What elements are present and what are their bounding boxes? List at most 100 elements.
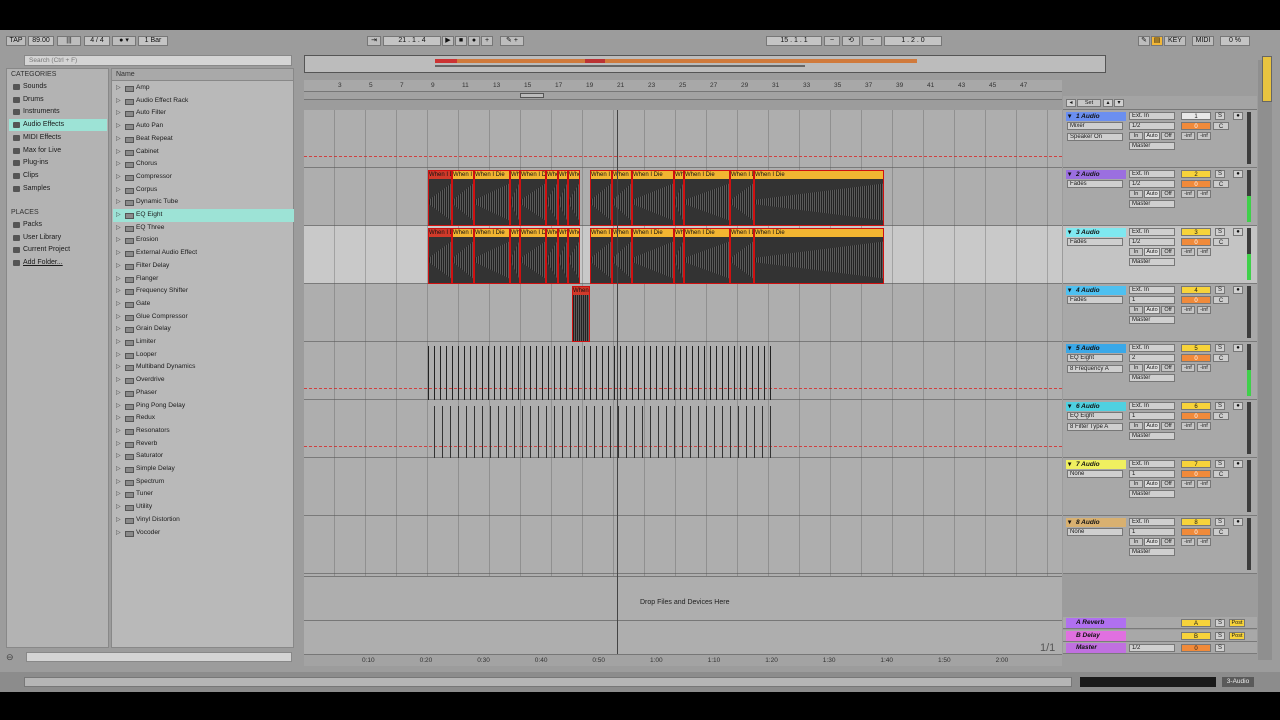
- audio-clip[interactable]: When I Die: [684, 170, 730, 226]
- expand-arrow-icon[interactable]: ▷: [116, 184, 121, 197]
- browser-item[interactable]: ▷ Corpus: [113, 184, 294, 197]
- stop-icon[interactable]: ■: [455, 36, 467, 46]
- input-channel-select[interactable]: 1/2: [1129, 180, 1175, 188]
- device-select[interactable]: EQ Eight: [1067, 412, 1123, 420]
- expand-arrow-icon[interactable]: ▷: [116, 349, 121, 362]
- browser-item[interactable]: ▷ Grain Delay: [113, 323, 294, 336]
- monitor-off-button[interactable]: Off: [1161, 422, 1175, 430]
- return-activator[interactable]: A: [1181, 619, 1211, 627]
- place-current-project[interactable]: Current Project: [9, 244, 107, 256]
- play-icon[interactable]: ▶: [442, 36, 454, 46]
- output-select[interactable]: Master: [1129, 548, 1175, 556]
- arm-button[interactable]: ●: [1233, 112, 1243, 120]
- expand-arrow-icon[interactable]: ▷: [116, 260, 121, 273]
- browser-item[interactable]: ▷ Filter Delay: [113, 260, 294, 273]
- master-output-select[interactable]: 1/2: [1129, 644, 1175, 652]
- expand-arrow-icon[interactable]: ▷: [116, 514, 121, 527]
- browser-item[interactable]: ▷ Chorus: [113, 158, 294, 171]
- drop-zone[interactable]: Drop Files and Devices Here: [304, 596, 1062, 620]
- solo-button[interactable]: S: [1215, 518, 1225, 526]
- input-type-select[interactable]: Ext. In: [1129, 460, 1175, 468]
- output-select[interactable]: Master: [1129, 432, 1175, 440]
- input-type-select[interactable]: Ext. In: [1129, 344, 1175, 352]
- browser-item[interactable]: ▷ Vinyl Distortion: [113, 514, 294, 527]
- category-max-for-live[interactable]: Max for Live: [9, 145, 107, 157]
- expand-arrow-icon[interactable]: ▷: [116, 82, 121, 95]
- monitor-auto-button[interactable]: Auto: [1144, 306, 1160, 314]
- expand-arrow-icon[interactable]: ▷: [116, 120, 121, 133]
- arm-button[interactable]: ●: [1233, 344, 1243, 352]
- category-clips[interactable]: Clips: [9, 170, 107, 182]
- expand-arrow-icon[interactable]: ▷: [116, 400, 121, 413]
- return-name[interactable]: B Delay: [1066, 630, 1126, 641]
- audio-clip[interactable]: When I Die: [452, 170, 474, 226]
- post-button[interactable]: Post: [1229, 619, 1245, 627]
- monitor-off-button[interactable]: Off: [1161, 480, 1175, 488]
- track-name[interactable]: 4 Audio ▾: [1066, 286, 1126, 295]
- input-type-select[interactable]: Ext. In: [1129, 518, 1175, 526]
- audio-clip[interactable]: When I Die: [558, 228, 568, 284]
- follow-button[interactable]: ⇥: [367, 36, 381, 46]
- track-name[interactable]: 1 Audio ▾: [1066, 112, 1126, 121]
- expand-arrow-icon[interactable]: ▷: [116, 285, 121, 298]
- audio-clip[interactable]: When I Die: [632, 170, 674, 226]
- device-select[interactable]: Mixer: [1067, 122, 1123, 130]
- track-name[interactable]: 2 Audio ▾: [1066, 170, 1126, 179]
- draw-mode-icon[interactable]: ✎: [1138, 36, 1150, 46]
- browser-item[interactable]: ▷ Phaser: [113, 387, 294, 400]
- arm-button[interactable]: ●: [1233, 228, 1243, 236]
- browser-item[interactable]: ▷ External Audio Effect: [113, 247, 294, 260]
- expand-arrow-icon[interactable]: ▷: [116, 412, 121, 425]
- browser-item[interactable]: ▷ Utility: [113, 501, 294, 514]
- tempo-field[interactable]: 89.00: [28, 36, 54, 46]
- audio-clip[interactable]: When I Die: [558, 170, 568, 226]
- audio-clip[interactable]: When I Die: [568, 170, 580, 226]
- audio-clip[interactable]: When I Die: [428, 170, 452, 226]
- device-select[interactable]: Fades: [1067, 180, 1123, 188]
- monitor-off-button[interactable]: Off: [1161, 538, 1175, 546]
- input-type-select[interactable]: Ext. In: [1129, 170, 1175, 178]
- monitor-in-button[interactable]: In: [1129, 364, 1143, 372]
- input-type-select[interactable]: Ext. In: [1129, 112, 1175, 120]
- solo-button[interactable]: S: [1215, 619, 1225, 627]
- audio-clip[interactable]: When I Die: [730, 228, 754, 284]
- volume-field[interactable]: 0: [1181, 354, 1211, 362]
- expand-arrow-icon[interactable]: ▷: [116, 234, 121, 247]
- browser-item[interactable]: ▷ Auto Filter: [113, 107, 294, 120]
- solo-button[interactable]: S: [1215, 460, 1225, 468]
- beat-ruler[interactable]: 3 5 7 9 11 13 15 17 19 21 23 25 27 29 31 33 35 37 39 41 43 45…: [304, 80, 1062, 92]
- browser-item[interactable]: ▷ EQ Three: [113, 222, 294, 235]
- track-name[interactable]: 3 Audio ▾: [1066, 228, 1126, 237]
- input-channel-select[interactable]: 1: [1129, 470, 1175, 478]
- browser-item[interactable]: ▷ Spectrum: [113, 476, 294, 489]
- time-ruler[interactable]: 0:10 0:20 0:30 0:40 0:50 1:00 1:10 1:20 1:30 1:40…: [304, 654, 1062, 666]
- preview-bar[interactable]: [26, 652, 292, 662]
- expand-arrow-icon[interactable]: ▷: [116, 158, 121, 171]
- mixer-toggle-icon[interactable]: ◂: [1066, 99, 1076, 107]
- audio-clip[interactable]: When I Die: [674, 228, 684, 284]
- output-select[interactable]: Master: [1129, 374, 1175, 382]
- output-select[interactable]: Master: [1129, 142, 1175, 150]
- browser-item[interactable]: ▷ Erosion: [113, 234, 294, 247]
- pan-field[interactable]: C: [1213, 122, 1229, 130]
- vertical-scrollbar[interactable]: [1258, 60, 1272, 660]
- volume-field[interactable]: 0: [1181, 470, 1211, 478]
- record-icon[interactable]: ●: [468, 36, 480, 46]
- browser-search-input[interactable]: Search (Ctrl + F): [24, 55, 292, 66]
- solo-button[interactable]: S: [1215, 170, 1225, 178]
- audio-clip[interactable]: When I Die: [612, 228, 632, 284]
- device-select[interactable]: EQ Eight: [1067, 354, 1123, 362]
- expand-arrow-icon[interactable]: ▷: [116, 374, 121, 387]
- audio-clip[interactable]: When I Die: [684, 228, 730, 284]
- pan-field[interactable]: C: [1213, 412, 1229, 420]
- input-channel-select[interactable]: 1: [1129, 528, 1175, 536]
- browser-item[interactable]: ▷ Resonators: [113, 425, 294, 438]
- pan-field[interactable]: C: [1213, 528, 1229, 536]
- device-select[interactable]: None: [1067, 528, 1123, 536]
- expand-arrow-icon[interactable]: ▷: [116, 209, 121, 222]
- device-param-select[interactable]: 8 Frequency A: [1067, 365, 1123, 373]
- track-lane[interactable]: [304, 458, 1062, 516]
- audio-clip[interactable]: When I Die: [510, 228, 520, 284]
- track-fold-icon[interactable]: ▾: [1068, 286, 1071, 295]
- arm-button[interactable]: ●: [1233, 286, 1243, 294]
